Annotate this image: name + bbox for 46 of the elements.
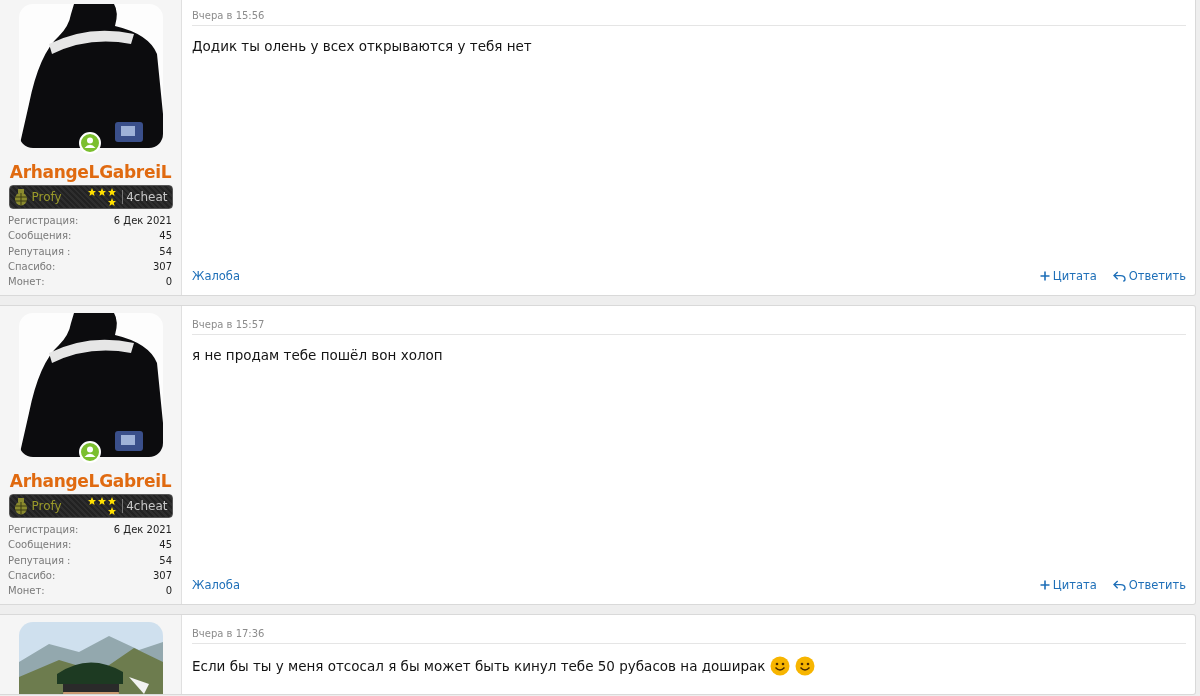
stat-label: Сообщения: <box>8 538 72 553</box>
post-time[interactable]: Вчера в 15:57 <box>192 318 1186 335</box>
stat-label: Репутация : <box>8 244 71 259</box>
username-link[interactable]: ArhangeLGabreiL <box>9 162 172 182</box>
stat-value: 6 Дек 2021 <box>113 523 172 537</box>
stat-label: Репутация : <box>8 553 71 568</box>
plus-icon <box>1039 271 1050 281</box>
report-link[interactable]: Жалоба <box>192 578 240 592</box>
smiley-icon <box>795 656 816 676</box>
message-text: я не продам тебе пошёл вон холоп <box>192 347 443 363</box>
grenade-icon <box>13 497 28 515</box>
reply-link[interactable]: Ответить <box>1112 269 1186 283</box>
reply-link[interactable]: Ответить <box>1112 578 1186 592</box>
plus-icon <box>1039 580 1050 590</box>
reply-icon <box>1112 579 1126 591</box>
stat-label: Спасибо: <box>8 568 56 583</box>
post-time[interactable]: Вчера в 15:56 <box>192 9 1186 26</box>
stat-value: 0 <box>165 275 172 290</box>
stat-value: 45 <box>159 229 172 244</box>
message-text: Если бы ты у меня отсосал я бы может быть кинул тебе 50 рубасов на доширак <box>192 658 766 674</box>
site-label: 4cheat <box>122 499 168 513</box>
message-text: Додик ты олень у всех открываются у тебя нет <box>192 38 532 54</box>
stat-label: Регистрация: <box>8 214 79 228</box>
report-link[interactable]: Жалоба <box>192 269 240 283</box>
smiley-icon <box>770 656 791 676</box>
stat-label: Монет: <box>8 275 45 290</box>
stat-value: 45 <box>159 538 172 553</box>
stat-label: Регистрация: <box>8 523 79 537</box>
quote-link[interactable]: Цитата <box>1039 269 1097 283</box>
stat-value: 0 <box>165 584 172 599</box>
rank-label: Profy <box>31 499 63 513</box>
post-time[interactable]: Вчера в 17:36 <box>192 627 1186 644</box>
grenade-icon <box>13 188 28 206</box>
quote-link[interactable]: Цитата <box>1039 578 1097 592</box>
stat-label: Сообщения: <box>8 229 72 244</box>
site-label: 4cheat <box>122 190 168 204</box>
stat-value: 54 <box>159 553 172 568</box>
stat-label: Спасибо: <box>8 259 56 274</box>
username-link[interactable]: ArhangeLGabreiL <box>9 471 172 491</box>
reply-icon <box>1112 270 1126 282</box>
rank-label: Profy <box>31 190 63 204</box>
stat-value: 6 Дек 2021 <box>113 214 172 228</box>
stat-value: 54 <box>159 244 172 259</box>
stat-value: 307 <box>152 259 172 274</box>
stat-label: Монет: <box>8 584 45 599</box>
stat-value: 307 <box>152 568 172 583</box>
